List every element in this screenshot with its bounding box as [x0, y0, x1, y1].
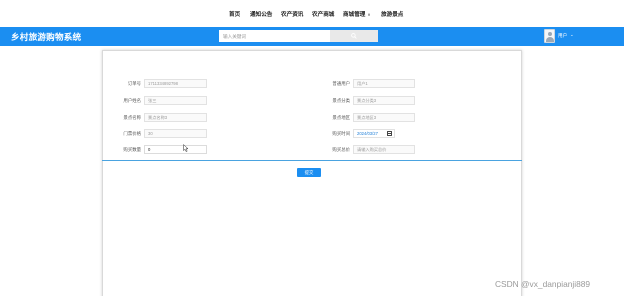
nav-item-agri-news[interactable]: 农产资讯 [281, 10, 303, 18]
nav-item-home[interactable]: 首页 [229, 10, 240, 18]
order-no-label: 订单号 [127, 81, 141, 86]
search-icon [351, 33, 357, 39]
scenic-location-label: 景点地区 [332, 115, 350, 120]
scenic-location-field[interactable]: 景点地区3 [353, 113, 415, 122]
purchase-qty-field[interactable]: 0 [144, 145, 207, 154]
search-input[interactable] [219, 30, 330, 42]
purchase-total-field[interactable]: 请输入购买总价 [353, 145, 415, 154]
mouse-cursor-icon [183, 144, 189, 152]
nav-item-scenic-spots[interactable]: 旅游景点 [381, 10, 403, 18]
purchase-time-field[interactable]: 2024/03/27 [353, 129, 395, 138]
scenic-category-label: 景点分类 [332, 98, 350, 103]
order-no-field[interactable]: 1711334892798 [144, 79, 207, 88]
nav-item-mall-management[interactable]: 商城管理 ∨ [343, 10, 371, 18]
ticket-price-label: 门票价格 [123, 131, 141, 136]
chevron-down-icon[interactable]: ⌄ [570, 32, 574, 38]
purchase-qty-label: 购买数量 [123, 147, 141, 152]
top-navigation: 首页 通知公告 农产资讯 农产商城 商城管理 ∨ 旅游景点 [0, 0, 624, 27]
purchase-time-value: 2024/03/27 [357, 131, 378, 136]
calendar-icon[interactable] [387, 131, 392, 136]
user-name-label: 用户姓名 [123, 98, 141, 103]
watermark: CSDN @vx_danpianji889 [495, 279, 591, 289]
username-field[interactable]: 用户1 [353, 79, 415, 88]
purchase-time-label: 购买时间 [332, 131, 350, 136]
user-name[interactable]: 用户 [558, 33, 567, 39]
form-divider [102, 160, 522, 161]
nav-item-agri-mall[interactable]: 农产商城 [312, 10, 334, 18]
user-name-field[interactable]: 张三 [144, 96, 207, 105]
username-label: 普通用户 [332, 81, 350, 86]
avatar[interactable] [544, 29, 555, 43]
chevron-down-icon: ∨ [367, 12, 371, 17]
purchase-total-label: 购买总价 [332, 147, 350, 152]
site-title: 乡村旅游购物系统 [11, 33, 82, 43]
avatar-body [546, 37, 554, 42]
header-bar: 乡村旅游购物系统 用户 ⌄ [0, 27, 624, 46]
avatar-head [548, 32, 552, 36]
ticket-price-field[interactable]: 30 [144, 129, 207, 138]
scenic-category-field[interactable]: 景点分类3 [353, 96, 415, 105]
search-button[interactable] [330, 30, 378, 42]
scenic-name-label: 景点名称 [123, 115, 141, 120]
submit-button[interactable]: 提交 [297, 168, 321, 177]
scenic-name-field[interactable]: 景点名称3 [144, 113, 207, 122]
nav-item-mall-management-label: 商城管理 [343, 12, 366, 18]
nav-item-notices[interactable]: 通知公告 [250, 10, 272, 18]
